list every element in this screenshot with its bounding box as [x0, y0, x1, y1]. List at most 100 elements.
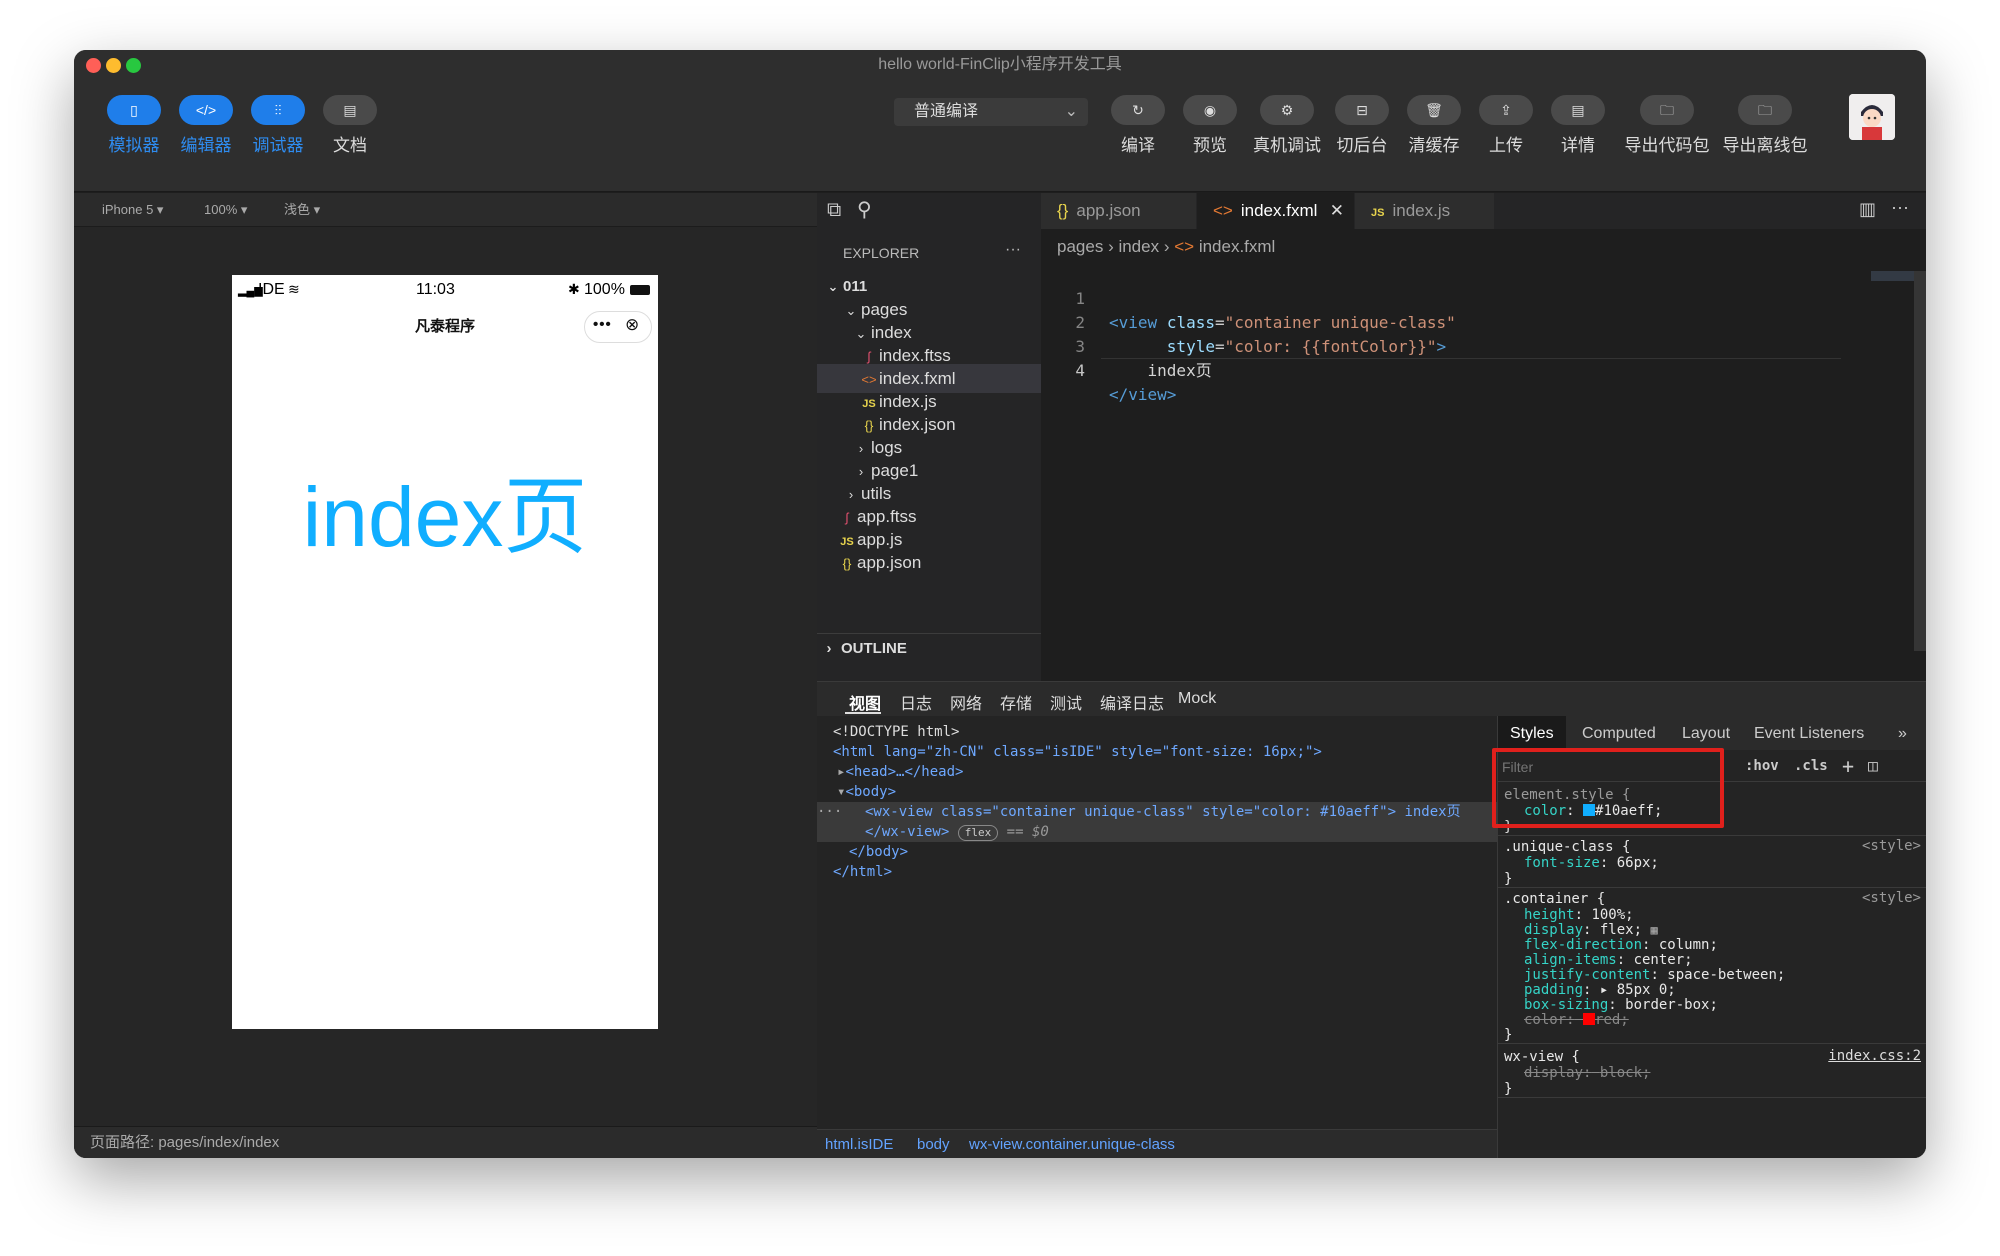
- dom-body[interactable]: ▾<body>: [837, 782, 896, 802]
- tab-view[interactable]: 视图: [849, 690, 881, 714]
- split-editor-icon[interactable]: ▥: [1859, 199, 1876, 220]
- cls-toggle[interactable]: .cls: [1794, 758, 1828, 774]
- tab-test[interactable]: 测试: [1050, 690, 1082, 714]
- tab-app-json[interactable]: {} app.json: [1041, 193, 1197, 229]
- tab-mock[interactable]: Mock: [1178, 690, 1216, 708]
- tab-layout[interactable]: Layout: [1682, 725, 1730, 743]
- editor-breadcrumb: pages › index › <> index.fxml: [1057, 237, 1276, 256]
- toggle-sidebar-icon[interactable]: ◫: [1868, 756, 1878, 775]
- bluetooth-icon: ✱: [568, 281, 580, 297]
- sliders-icon: ⫶⫶: [251, 95, 305, 125]
- clear-cache-button[interactable]: 🗑 清缓存: [1402, 95, 1466, 156]
- rule-declaration-overridden[interactable]: color: red;: [1524, 1011, 1629, 1030]
- tab-styles[interactable]: Styles: [1510, 725, 1554, 743]
- main-toolbar: ▯ 模拟器 </> 编辑器 ⫶⫶ 调试器 ▤ 文档 普通编译 ⌄ ↻ 编译 ◉ …: [74, 80, 1926, 192]
- dom-body-close[interactable]: </body>: [849, 842, 908, 862]
- eye-icon: ◉: [1183, 95, 1237, 125]
- node-more-icon[interactable]: ···: [817, 802, 842, 822]
- rule-unique-class: .unique-class { <style> font-size: 66px;…: [1498, 836, 1926, 888]
- code-line-1[interactable]: 1 <view class="container unique-class": [1041, 263, 1455, 332]
- debugger-toggle-button[interactable]: ⫶⫶ 调试器: [248, 95, 308, 156]
- rule-source[interactable]: <style>: [1862, 838, 1921, 854]
- devtools-tabs: 视图 日志 网络 存储 测试 编译日志 Mock: [817, 682, 1926, 716]
- code-line-2[interactable]: 2 style="color: {{fontColor}}">: [1041, 287, 1446, 356]
- current-line-border: [1101, 358, 1841, 359]
- explorer-title: EXPLORER: [843, 245, 920, 261]
- search-icon[interactable]: ⚲: [857, 197, 872, 222]
- file-explorer: ⧉ ⚲ EXPLORER ··· ⌄ 011 ⌄ pages ⌄ index ʃ ind…: [817, 193, 1041, 681]
- tab-event-listeners[interactable]: Event Listeners: [1754, 725, 1864, 743]
- title-bar: hello world-FinClip小程序开发工具: [74, 50, 1926, 80]
- more-icon[interactable]: •••: [593, 316, 612, 333]
- compile-mode-select[interactable]: 普通编译 ⌄: [894, 98, 1088, 126]
- menu-capsule[interactable]: ••• ⊗: [584, 311, 652, 343]
- remote-debug-button[interactable]: ⚙ 真机调试: [1252, 95, 1322, 156]
- device-select[interactable]: iPhone 5 ▾: [102, 193, 163, 227]
- add-rule-icon[interactable]: +: [1842, 754, 1854, 778]
- preview-button[interactable]: ◉ 预览: [1180, 95, 1240, 156]
- close-tab-icon[interactable]: ✕: [1330, 193, 1344, 229]
- export-offline-button[interactable]: 🗀 导出离线包: [1720, 95, 1810, 156]
- tab-log[interactable]: 日志: [900, 690, 932, 714]
- carrier-label: IDE: [258, 281, 285, 298]
- tab-computed[interactable]: Computed: [1582, 725, 1656, 743]
- crumb-html[interactable]: html.isIDE: [825, 1130, 893, 1158]
- styles-tabs: Styles Computed Layout Event Listeners »: [1498, 716, 1926, 750]
- battery-icon: [630, 285, 650, 295]
- tab-index-fxml[interactable]: <> index.fxml ✕: [1197, 193, 1355, 229]
- dom-wx-view-close[interactable]: </wx-view> flex == $0: [865, 822, 1049, 842]
- app-window: hello world-FinClip小程序开发工具 ▯ 模拟器 </> 编辑器…: [74, 50, 1926, 1158]
- dom-html[interactable]: <html lang="zh-CN" class="isIDE" style="…: [833, 742, 1322, 762]
- dom-html-close[interactable]: </html>: [833, 862, 892, 882]
- close-circle-icon[interactable]: ⊗: [625, 315, 639, 335]
- flex-badge[interactable]: flex: [957, 825, 999, 841]
- code-line-4[interactable]: 4 </view>: [1041, 335, 1176, 404]
- rule-declaration-overridden[interactable]: display: block;: [1524, 1064, 1650, 1083]
- user-avatar[interactable]: [1849, 94, 1895, 140]
- upload-button[interactable]: ⇪ 上传: [1474, 95, 1538, 156]
- minimize-window-button[interactable]: [106, 58, 121, 73]
- window-title: hello world-FinClip小程序开发工具: [878, 56, 1122, 73]
- crumb-body[interactable]: body: [917, 1130, 950, 1158]
- maximize-window-button[interactable]: [126, 58, 141, 73]
- dom-head[interactable]: ▸<head>…</head>: [837, 762, 963, 782]
- close-window-button[interactable]: [86, 58, 101, 73]
- tab-index-js[interactable]: JS index.js: [1355, 193, 1495, 229]
- docs-button[interactable]: ▤ 文档: [320, 95, 380, 156]
- tree-item-app-json[interactable]: {} app.json: [837, 548, 922, 577]
- outline-section[interactable]: › OUTLINE: [817, 633, 1041, 663]
- dom-doctype[interactable]: <!DOCTYPE html>: [833, 722, 959, 742]
- zoom-select[interactable]: 100% ▾: [204, 193, 247, 227]
- debug-icon: ⚙: [1260, 95, 1314, 125]
- phone-screen[interactable]: ▂▄▆ IDE ≋ 11:03 ✱ 100% 凡泰程序 ••• ⊗ index页: [232, 275, 658, 1029]
- folder-icon: 🗀: [1738, 95, 1792, 125]
- editor-toggle-button[interactable]: </> 编辑器: [176, 95, 236, 156]
- js-file-icon: JS: [1371, 207, 1385, 219]
- compile-button[interactable]: ↻ 编译: [1108, 95, 1168, 156]
- dom-wx-view[interactable]: <wx-view class="container unique-class" …: [865, 802, 1461, 822]
- more-actions-icon[interactable]: ···: [1891, 197, 1909, 218]
- crumb-wx-view[interactable]: wx-view.container.unique-class: [969, 1130, 1175, 1158]
- export-code-button[interactable]: 🗀 导出代码包: [1622, 95, 1712, 156]
- tab-compile-log[interactable]: 编译日志: [1100, 690, 1164, 714]
- tab-network[interactable]: 网络: [950, 690, 982, 714]
- explorer-more-icon[interactable]: ···: [1005, 241, 1021, 259]
- rule-declaration[interactable]: font-size: 66px;: [1524, 854, 1659, 873]
- dom-breadcrumb: html.isIDE body wx-view.container.unique…: [817, 1129, 1497, 1158]
- document-icon: ▤: [323, 95, 377, 125]
- flexbox-editor-icon[interactable]: ▦: [1650, 923, 1657, 937]
- details-button[interactable]: ▤ 详情: [1546, 95, 1610, 156]
- color-swatch[interactable]: [1583, 1013, 1596, 1025]
- files-icon[interactable]: ⧉: [827, 199, 841, 222]
- code-line-3[interactable]: 3 index页: [1041, 311, 1211, 380]
- tab-storage[interactable]: 存储: [1000, 690, 1032, 714]
- hov-toggle[interactable]: :hov: [1745, 758, 1779, 774]
- simulator-toggle-button[interactable]: ▯ 模拟器: [104, 95, 164, 156]
- background-switch-button[interactable]: ⊟ 切后台: [1330, 95, 1394, 156]
- rule-source[interactable]: <style>: [1862, 890, 1921, 906]
- more-tabs-icon[interactable]: »: [1898, 725, 1907, 743]
- rule-source-link[interactable]: index.css:2: [1828, 1048, 1921, 1064]
- theme-select[interactable]: 浅色 ▾: [284, 193, 320, 227]
- avatar-illustration: [1849, 94, 1895, 140]
- editor-scrollbar[interactable]: [1914, 271, 1926, 651]
